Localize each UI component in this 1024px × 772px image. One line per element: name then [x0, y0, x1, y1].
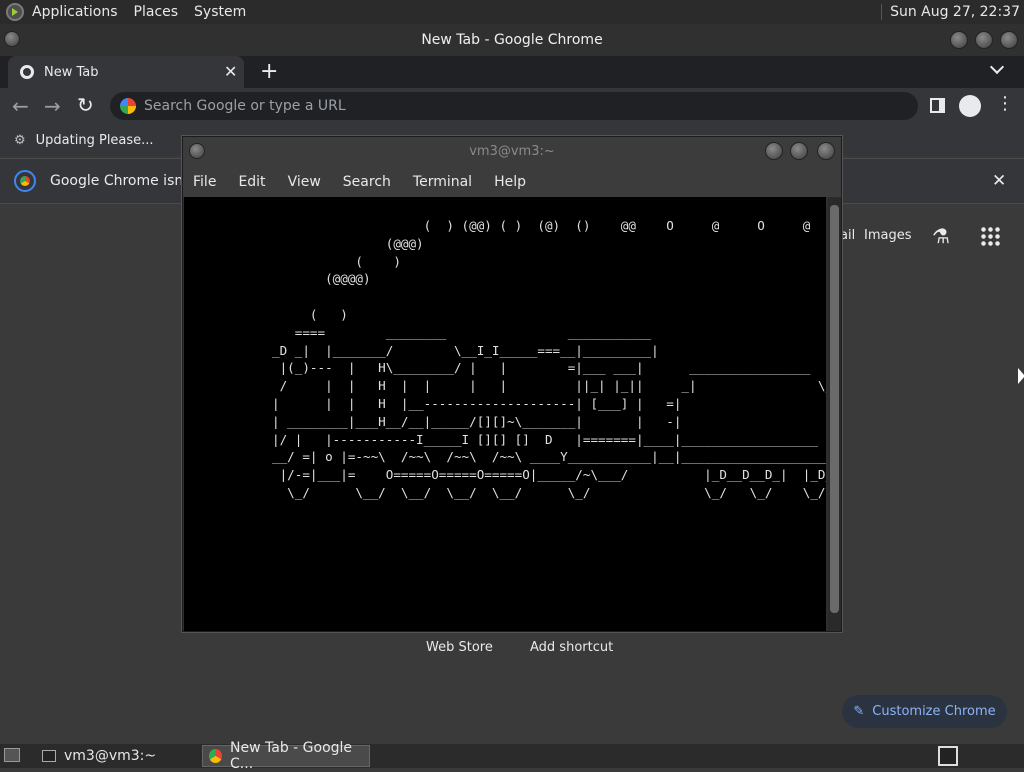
show-desktop-icon[interactable]: [4, 748, 20, 762]
tab-close-icon[interactable]: ✕: [224, 62, 237, 81]
shortcut-add[interactable]: Add shortcut: [530, 640, 613, 655]
apps-grid-icon[interactable]: [980, 226, 1000, 246]
terminal-title: vm3@vm3:~: [469, 144, 555, 159]
terminal-titlebar[interactable]: vm3@vm3:~: [183, 137, 841, 167]
profile-avatar-icon[interactable]: [959, 95, 981, 117]
reload-icon[interactable]: ↻: [77, 93, 94, 117]
terminal-window[interactable]: vm3@vm3:~ File Edit View Search Terminal…: [182, 136, 842, 632]
top-panel: Applications Places System Sun Aug 27, 2…: [0, 0, 1024, 24]
menu-system[interactable]: System: [194, 4, 246, 20]
infobar-close-icon[interactable]: ✕: [992, 171, 1006, 191]
terminal-task-icon: [42, 750, 56, 762]
omnibox-placeholder[interactable]: Search Google or type a URL: [144, 98, 346, 114]
terminal-window-menu-icon[interactable]: [189, 143, 205, 159]
bottom-panel: vm3@vm3:~ New Tab - Google C...: [0, 740, 1024, 772]
workspace-switcher-icon[interactable]: [938, 746, 958, 766]
minimize-icon[interactable]: [950, 31, 968, 49]
terminal-scrollbar-thumb[interactable]: [830, 205, 839, 613]
taskbar-chrome-label: New Tab - Google C...: [230, 740, 353, 772]
panel-clock[interactable]: Sun Aug 27, 22:37: [881, 4, 1020, 20]
customize-chrome-button[interactable]: ✎ Customize Chrome: [842, 695, 1007, 728]
terminal-menu-search[interactable]: Search: [343, 174, 391, 190]
chrome-titlebar[interactable]: New Tab - Google Chrome: [0, 24, 1024, 56]
customize-label: Customize Chrome: [872, 704, 996, 719]
tab-new-tab[interactable]: New Tab ✕: [8, 56, 244, 88]
images-link[interactable]: Images: [864, 228, 912, 243]
close-window-icon[interactable]: [1000, 31, 1018, 49]
terminal-menu-help[interactable]: Help: [494, 174, 526, 190]
taskbar-chrome[interactable]: New Tab - Google C...: [202, 740, 370, 772]
new-tab-plus-icon[interactable]: +: [260, 59, 278, 84]
menu-applications[interactable]: Applications: [32, 4, 118, 20]
terminal-menu-file[interactable]: File: [193, 174, 216, 190]
shortcut-web-store[interactable]: Web Store: [426, 640, 493, 655]
google-g-icon: [120, 98, 136, 114]
terminal-scrollbar[interactable]: [828, 197, 841, 631]
forward-arrow-icon[interactable]: →: [44, 94, 61, 118]
maximize-icon[interactable]: [975, 31, 993, 49]
terminal-close-icon[interactable]: [817, 142, 835, 160]
gmail-link[interactable]: ail: [840, 228, 855, 243]
bookmark-favicon-icon: ⚙: [14, 132, 26, 148]
terminal-menu-terminal[interactable]: Terminal: [413, 174, 472, 190]
omnibox[interactable]: Search Google or type a URL: [110, 92, 918, 120]
sl-train-ascii-art: ( ) (@@) ( ) (@) () @@ O @ O @ O (@@@) (…: [272, 218, 826, 500]
side-panel-icon[interactable]: [930, 98, 945, 113]
terminal-minimize-icon[interactable]: [765, 142, 783, 160]
pencil-icon: ✎: [853, 704, 865, 719]
mouse-cursor-icon: [1018, 368, 1024, 384]
terminal-menu-edit[interactable]: Edit: [238, 174, 265, 190]
terminal-output[interactable]: ( ) (@@) ( ) (@) () @@ O @ O @ O (@@@) (…: [184, 197, 826, 631]
terminal-maximize-icon[interactable]: [790, 142, 808, 160]
chrome-window-title: New Tab - Google Chrome: [421, 32, 603, 48]
window-menu-icon[interactable]: [4, 31, 20, 47]
labs-flask-icon[interactable]: ⚗: [932, 224, 950, 248]
gnome-logo-icon[interactable]: [6, 3, 24, 21]
terminal-menu-view[interactable]: View: [288, 174, 321, 190]
taskbar-terminal-label: vm3@vm3:~: [64, 748, 157, 764]
chrome-logo-icon: [14, 170, 36, 192]
menu-places[interactable]: Places: [134, 4, 179, 20]
kebab-menu-icon[interactable]: ⋮: [996, 93, 1014, 114]
bookmark-updating[interactable]: Updating Please...: [36, 133, 154, 148]
terminal-menubar: File Edit View Search Terminal Help: [183, 167, 841, 197]
tab-title: New Tab: [44, 64, 99, 80]
taskbar-terminal[interactable]: vm3@vm3:~: [36, 745, 200, 767]
back-arrow-icon[interactable]: ←: [12, 94, 29, 118]
chrome-task-icon: [209, 749, 223, 763]
chrome-favicon-icon: [20, 65, 34, 79]
